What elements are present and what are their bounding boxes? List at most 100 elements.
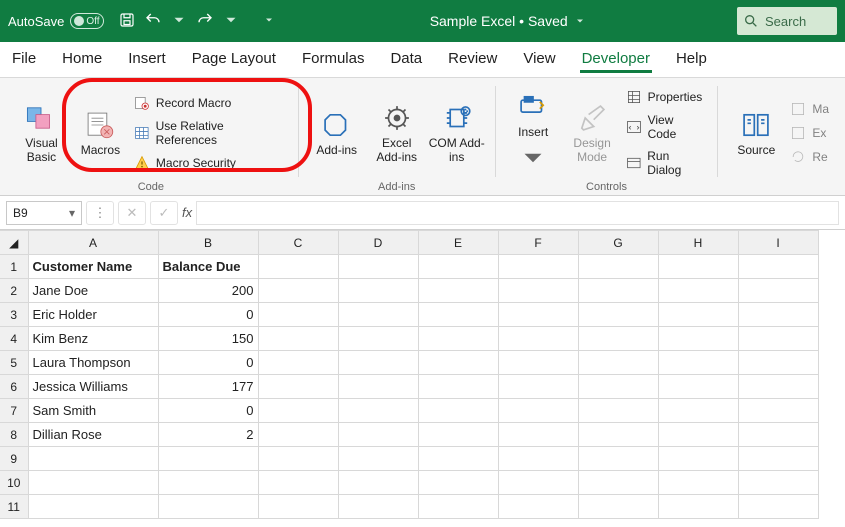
cell[interactable] — [658, 399, 738, 423]
cell[interactable] — [738, 375, 818, 399]
row-header[interactable]: 2 — [0, 279, 28, 303]
com-addins-button[interactable]: COM Add-ins — [429, 97, 485, 163]
cell[interactable] — [338, 279, 418, 303]
properties-button[interactable]: Properties — [624, 87, 708, 107]
cell[interactable] — [258, 279, 338, 303]
cell[interactable] — [578, 495, 658, 519]
chevron-down-icon[interactable] — [222, 11, 240, 32]
refresh-button[interactable]: Re — [788, 147, 831, 167]
cell[interactable] — [658, 279, 738, 303]
design-mode-button[interactable]: Design Mode — [565, 97, 620, 163]
cell[interactable] — [158, 447, 258, 471]
cell[interactable] — [658, 423, 738, 447]
cell[interactable] — [658, 495, 738, 519]
cell[interactable]: Sam Smith — [28, 399, 158, 423]
cell[interactable]: Customer Name — [28, 255, 158, 279]
cell[interactable]: 200 — [158, 279, 258, 303]
cell[interactable] — [418, 399, 498, 423]
cell[interactable]: Balance Due — [158, 255, 258, 279]
row-header[interactable]: 5 — [0, 351, 28, 375]
cell[interactable] — [498, 303, 578, 327]
cell[interactable] — [498, 327, 578, 351]
excel-addins-button[interactable]: Excel Add-ins — [369, 97, 425, 163]
tab-insert[interactable]: Insert — [126, 46, 168, 73]
cancel-icon[interactable]: ✕ — [118, 201, 146, 225]
cell[interactable] — [258, 471, 338, 495]
cell[interactable] — [498, 423, 578, 447]
row-header[interactable]: 4 — [0, 327, 28, 351]
cell[interactable] — [418, 351, 498, 375]
cell[interactable] — [498, 495, 578, 519]
cell[interactable] — [658, 375, 738, 399]
tab-data[interactable]: Data — [388, 46, 424, 73]
cell[interactable] — [258, 399, 338, 423]
cell[interactable] — [258, 327, 338, 351]
cell[interactable] — [578, 375, 658, 399]
cell[interactable] — [338, 447, 418, 471]
cell[interactable] — [738, 351, 818, 375]
cell[interactable] — [338, 375, 418, 399]
cell[interactable] — [498, 447, 578, 471]
cell[interactable] — [658, 327, 738, 351]
cell[interactable] — [338, 255, 418, 279]
col-header[interactable]: G — [578, 231, 658, 255]
cell[interactable] — [158, 495, 258, 519]
cell[interactable] — [498, 255, 578, 279]
cell[interactable] — [418, 447, 498, 471]
cell[interactable] — [28, 495, 158, 519]
cell[interactable]: 0 — [158, 351, 258, 375]
cell[interactable] — [28, 471, 158, 495]
undo-icon[interactable] — [144, 11, 162, 32]
cell[interactable] — [338, 495, 418, 519]
cell[interactable] — [258, 423, 338, 447]
cell[interactable]: 0 — [158, 399, 258, 423]
tab-page-layout[interactable]: Page Layout — [190, 46, 278, 73]
cell[interactable] — [658, 255, 738, 279]
chevron-down-icon[interactable] — [170, 11, 188, 32]
row-header[interactable]: 11 — [0, 495, 28, 519]
enter-icon[interactable]: ✓ — [150, 201, 178, 225]
tab-view[interactable]: View — [521, 46, 557, 73]
row-header[interactable]: 6 — [0, 375, 28, 399]
cell[interactable] — [498, 399, 578, 423]
cell[interactable] — [498, 279, 578, 303]
cell[interactable] — [338, 303, 418, 327]
col-header[interactable]: H — [658, 231, 738, 255]
toggle-track[interactable]: Off — [70, 13, 104, 29]
row-header[interactable]: 3 — [0, 303, 28, 327]
col-header[interactable]: B — [158, 231, 258, 255]
document-title[interactable]: Sample Excel • Saved — [278, 13, 737, 29]
cell[interactable] — [738, 447, 818, 471]
cell[interactable] — [258, 303, 338, 327]
row-header[interactable]: 1 — [0, 255, 28, 279]
cell[interactable] — [498, 375, 578, 399]
cell[interactable] — [418, 495, 498, 519]
cell[interactable] — [578, 327, 658, 351]
more-icon[interactable] — [260, 11, 278, 32]
cell[interactable] — [258, 447, 338, 471]
cell[interactable]: 0 — [158, 303, 258, 327]
tab-formulas[interactable]: Formulas — [300, 46, 367, 73]
cell[interactable] — [738, 327, 818, 351]
cell[interactable]: Jane Doe — [28, 279, 158, 303]
search-box[interactable]: Search — [737, 7, 837, 35]
cell[interactable]: 2 — [158, 423, 258, 447]
use-relative-refs-button[interactable]: Use Relative References — [132, 117, 288, 149]
cell[interactable] — [738, 303, 818, 327]
cell[interactable]: Laura Thompson — [28, 351, 158, 375]
col-header[interactable]: D — [338, 231, 418, 255]
tab-developer[interactable]: Developer — [580, 46, 652, 73]
cell[interactable] — [658, 303, 738, 327]
col-header[interactable]: I — [738, 231, 818, 255]
cell[interactable] — [28, 447, 158, 471]
macros-button[interactable]: Macros — [73, 104, 128, 157]
cell[interactable] — [418, 375, 498, 399]
cell[interactable] — [578, 279, 658, 303]
add-ins-button[interactable]: Add-ins — [309, 104, 365, 157]
formula-input[interactable] — [196, 201, 839, 225]
cell[interactable] — [578, 255, 658, 279]
cell[interactable] — [258, 351, 338, 375]
cell[interactable] — [418, 255, 498, 279]
cell[interactable] — [418, 327, 498, 351]
visual-basic-button[interactable]: Visual Basic — [14, 97, 69, 163]
